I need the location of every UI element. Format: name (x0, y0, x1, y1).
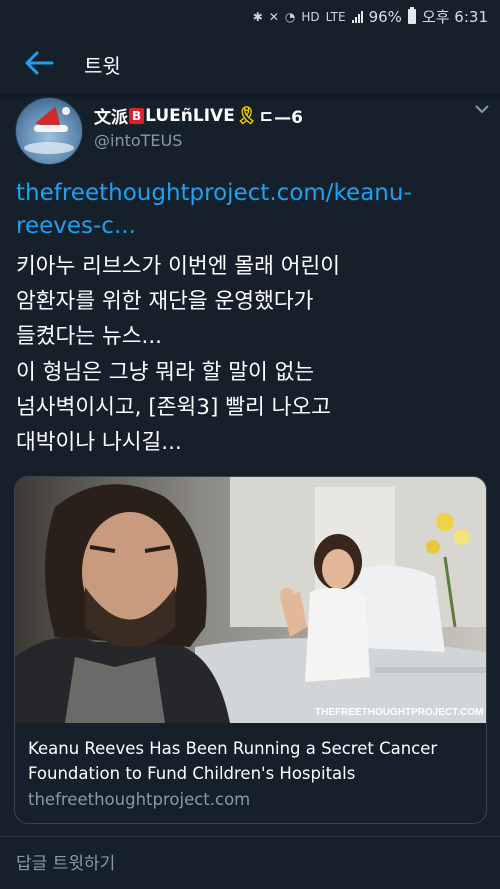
avatar[interactable] (15, 97, 83, 165)
header-divider (0, 94, 500, 98)
user-handle[interactable]: @intoTEUS (94, 131, 182, 150)
mute-icon: ✕ (268, 9, 279, 24)
battery-icon (407, 7, 416, 24)
display-name-suffix: LUEñLIVE (145, 105, 235, 126)
card-title: Keanu Reeves Has Been Running a Secret C… (28, 739, 438, 783)
bluetooth-icon: ✱ (252, 9, 263, 24)
chevron-down-icon[interactable] (474, 102, 490, 116)
card-image: THEFREETHOUGHTPROJECT.COM (15, 477, 486, 723)
hat-pom (62, 107, 70, 115)
status-time: 오후 6:31 (421, 8, 488, 26)
tweet-text-line: 넘사벽이시고, [존윅3] 빨리 나오고 (16, 394, 331, 420)
signal-icon (351, 10, 363, 23)
card-watermark: THEFREETHOUGHTPROJECT.COM (315, 707, 483, 718)
hat-brim (34, 125, 68, 132)
tweet-link[interactable]: thefreethoughtproject.com/keanu-reeves-c… (16, 177, 486, 243)
card-domain: thefreethoughtproject.com (28, 790, 251, 809)
tweet-text-line: 이 형님은 그냥 뭐라 할 말이 없는 (16, 359, 315, 385)
link-preview-card[interactable]: THEFREETHOUGHTPROJECT.COM Keanu Reeves H… (14, 476, 487, 824)
page-title: 트윗 (84, 54, 121, 78)
reply-input[interactable]: 답글 트윗하기 (16, 849, 115, 874)
display-name[interactable]: 文派 B LUEñLIVE 🎗 ㄷ—6 (94, 103, 303, 129)
yellow-ribbon-icon: 🎗 (235, 105, 258, 126)
top-app-bar: 트윗 (0, 32, 500, 94)
lte-icon: LTE (325, 9, 346, 24)
letter-b-badge: B (129, 107, 145, 124)
tweet-text-line: 대박이나 나시길... (16, 430, 182, 456)
tweet-text-line: 암환자를 위한 재단을 운영했다가 (16, 289, 314, 315)
tweet-text-line: 키아누 리브스가 이번엔 몰래 어린이 (16, 254, 341, 279)
back-arrow-icon[interactable] (24, 50, 54, 76)
display-name-end: ㄷ—6 (258, 108, 303, 128)
alarm-icon: ◔ (284, 9, 296, 24)
avatar-snow (24, 142, 74, 154)
reply-bar: 답글 트윗하기 (0, 836, 500, 889)
hd-voice-icon: HD (301, 9, 320, 24)
status-icons: ✱ ✕ ◔ HD LTE 96% 오후 6:31 (253, 6, 488, 27)
tweet-text-line: 들켰다는 뉴스... (16, 324, 163, 350)
battery-percent: 96% (368, 7, 402, 26)
display-name-prefix: 文派 (94, 108, 128, 128)
tweet-text: 키아누 리브스가 이번엔 몰래 어린이 암환자를 위한 재단을 운영했다가 들켰… (16, 249, 486, 460)
status-bar: ✱ ✕ ◔ HD LTE 96% 오후 6:31 (0, 0, 500, 32)
